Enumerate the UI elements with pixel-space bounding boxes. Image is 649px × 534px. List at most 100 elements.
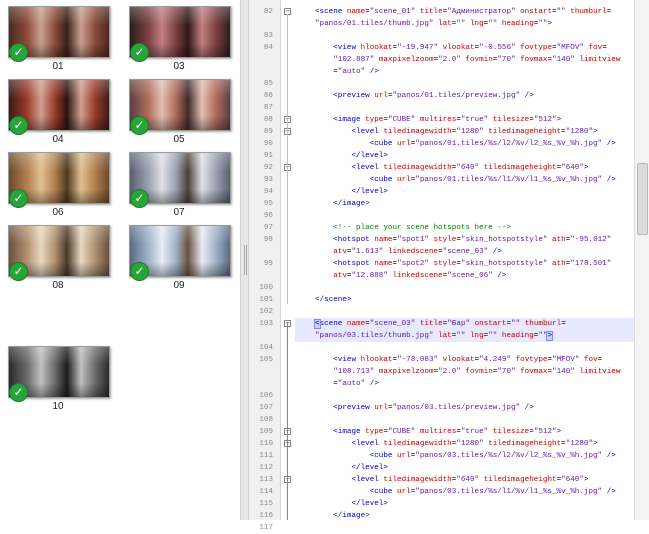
thumbnail-label: 06 xyxy=(52,207,64,218)
code-line[interactable]: <hotspot name="spot2" style="skin_hotspo… xyxy=(295,258,635,270)
line-number: 84 xyxy=(263,44,273,52)
code-line[interactable]: <level tiledimagewidth="1280" tiledimage… xyxy=(295,438,635,450)
code-line[interactable]: <preview url="panos/03.tiles/preview.jpg… xyxy=(295,402,635,414)
panel-splitter[interactable] xyxy=(240,0,249,520)
line-number: 106 xyxy=(259,392,273,400)
line-number: 104 xyxy=(259,344,273,352)
code-line[interactable] xyxy=(295,78,635,90)
checkmark-icon: ✓ xyxy=(9,43,28,62)
code-line[interactable] xyxy=(295,390,635,402)
thumbnail-label: 07 xyxy=(173,207,185,218)
line-number: 86 xyxy=(263,92,273,100)
code-line[interactable]: <cube url="panos/01.tiles/%s/l2/%v/l2_%s… xyxy=(295,138,635,150)
line-number: 99 xyxy=(263,260,273,268)
code-line[interactable]: </scene> xyxy=(295,294,635,306)
code-line[interactable]: "panos/03.tiles/thumb.jpg" lat="" lng=""… xyxy=(295,330,635,342)
fold-column: −−−−−−−− xyxy=(282,0,294,520)
line-number: 93 xyxy=(263,176,273,184)
thumbnail-label: 08 xyxy=(52,280,64,291)
line-number: 89 xyxy=(263,128,273,136)
code-line[interactable] xyxy=(295,306,635,318)
line-number: 108 xyxy=(259,416,273,424)
code-line[interactable]: <hotspot name="spot1" style="skin_hotspo… xyxy=(295,234,635,246)
code-line[interactable]: </image> xyxy=(295,198,635,210)
code-editor[interactable]: 82 83 84 85 86 87 88 89 90 91 92 93 94 95 96 97 98 99 100 1… xyxy=(249,0,649,532)
code-line[interactable]: ="auto" /> xyxy=(295,378,635,390)
checkmark-icon: ✓ xyxy=(9,189,28,208)
line-number: 109 xyxy=(259,428,273,436)
code-line[interactable]: <cube url="panos/03.tiles/%s/l2/%v/l2_%s… xyxy=(295,450,635,462)
code-line[interactable]: <scene name="scene_01" title="Администра… xyxy=(295,6,635,18)
code-line[interactable]: <preview url="panos/01.tiles/preview.jpg… xyxy=(295,90,635,102)
code-line[interactable] xyxy=(295,210,635,222)
code-line[interactable]: <level tiledimagewidth="1280" tiledimage… xyxy=(295,126,635,138)
line-number: 107 xyxy=(259,404,273,412)
line-number: 111 xyxy=(259,452,273,460)
line-number: 98 xyxy=(263,236,273,244)
code-line[interactable]: "panos/01.tiles/thumb.jpg" lat="" lng=""… xyxy=(295,18,635,30)
checkmark-icon: ✓ xyxy=(9,116,28,135)
code-line[interactable]: <level tiledimagewidth="640" tiledimageh… xyxy=(295,474,635,486)
code-line[interactable]: <view hlookat="-78.083" vlookat="4.249" … xyxy=(295,354,635,366)
code-line[interactable]: <scene name="scene_03" title="Бар" onsta… xyxy=(295,318,635,330)
code-line[interactable]: "108.713" maxpixelzoom="2.0" fovmin="70"… xyxy=(295,366,635,378)
thumbnail-label: 09 xyxy=(173,280,185,291)
vertical-scrollbar[interactable] xyxy=(634,0,649,520)
line-number-gutter: 82 83 84 85 86 87 88 89 90 91 92 93 94 95 96 97 98 99 100 1… xyxy=(249,0,281,532)
line-number: 95 xyxy=(263,200,273,208)
checkmark-icon: ✓ xyxy=(130,189,149,208)
line-number: 102 xyxy=(259,308,273,316)
thumbnail-label: 04 xyxy=(52,134,64,145)
line-number: 112 xyxy=(259,464,273,472)
line-number: 90 xyxy=(263,140,273,148)
line-number: 97 xyxy=(263,224,273,232)
thumbnail-label: 10 xyxy=(52,401,64,412)
line-number: 88 xyxy=(263,116,273,124)
thumbnail-label: 05 xyxy=(173,134,185,145)
code-line[interactable]: "102.887" maxpixelzoom="2.0" fovmin="70"… xyxy=(295,54,635,66)
code-line[interactable]: atv="1.613" linkedscene="scene_03" /> xyxy=(295,246,635,258)
line-number: 87 xyxy=(263,104,273,112)
code-line[interactable] xyxy=(295,414,635,426)
code-line[interactable]: <!-- place your scene hotspots here --> xyxy=(295,222,635,234)
checkmark-icon: ✓ xyxy=(9,262,28,281)
code-line[interactable]: <cube url="panos/03.tiles/%s/l1/%v/l1_%s… xyxy=(295,486,635,498)
line-number: 110 xyxy=(259,440,273,448)
code-line[interactable]: </image> xyxy=(295,510,635,522)
checkmark-icon: ✓ xyxy=(9,383,28,402)
code-line[interactable]: <view hlookat="-19.947" vlookat="-0.556"… xyxy=(295,42,635,54)
code-line[interactable]: <image type="CUBE" multires="true" tiles… xyxy=(295,426,635,438)
code-line[interactable]: atv="12.888" linkedscene="scene_06" /> xyxy=(295,270,635,282)
checkmark-icon: ✓ xyxy=(130,43,149,62)
code-line[interactable] xyxy=(295,30,635,42)
line-number: 82 xyxy=(263,8,273,16)
code-line[interactable]: <cube url="panos/01.tiles/%s/l1/%v/l1_%s… xyxy=(295,174,635,186)
scrollbar-thumb[interactable] xyxy=(637,163,648,235)
line-number: 103 xyxy=(259,320,273,328)
code-line[interactable]: </level> xyxy=(295,498,635,510)
line-number: 83 xyxy=(263,32,273,40)
line-number: 85 xyxy=(263,80,273,88)
code-line[interactable]: <image type="CUBE" multires="true" tiles… xyxy=(295,114,635,126)
code-line[interactable] xyxy=(295,282,635,294)
code-line[interactable]: </level> xyxy=(295,462,635,474)
code-line[interactable] xyxy=(295,522,635,534)
line-number: 117 xyxy=(259,524,273,532)
line-number: 113 xyxy=(259,476,273,484)
fold-guide xyxy=(287,322,288,520)
code-line[interactable]: </level> xyxy=(295,186,635,198)
line-number: 96 xyxy=(263,212,273,220)
line-number: 91 xyxy=(263,152,273,160)
code-line[interactable]: ="auto" /> xyxy=(295,66,635,78)
code-line[interactable] xyxy=(295,342,635,354)
code-line[interactable] xyxy=(295,102,635,114)
code-line[interactable]: </level> xyxy=(295,150,635,162)
code-line[interactable]: <level tiledimagewidth="640" tiledimageh… xyxy=(295,162,635,174)
code-area[interactable]: <scene name="scene_01" title="Администра… xyxy=(295,0,635,520)
fold-guide xyxy=(287,14,288,304)
thumbnail-panel: ✓ 01 ✓ 03 ✓ 04 ✓ 05 ✓ 06 ✓ 07 ✓ 08 ✓ 09 ✓ 10 xyxy=(0,0,240,520)
thumbnail-label: 03 xyxy=(173,61,185,72)
line-number: 94 xyxy=(263,188,273,196)
line-number: 105 xyxy=(259,356,273,364)
line-number: 100 xyxy=(259,284,273,292)
